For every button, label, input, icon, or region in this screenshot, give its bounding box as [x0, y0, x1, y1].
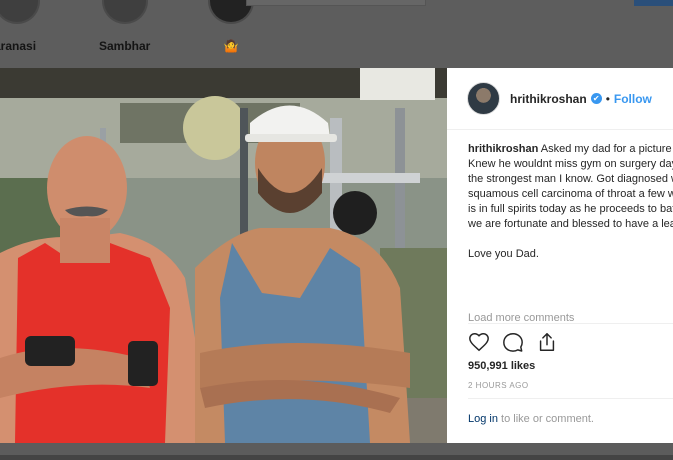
- avatar[interactable]: [467, 82, 500, 115]
- caption-username[interactable]: hrithikroshan: [468, 143, 538, 155]
- login-prompt: Log in to like or comment.: [468, 413, 594, 425]
- story-highlight[interactable]: aranasi: [0, 0, 40, 53]
- story-highlight[interactable]: 🤷: [208, 0, 254, 53]
- username-link[interactable]: hrithikroshan: [510, 92, 587, 106]
- follow-button[interactable]: Follow: [614, 92, 652, 106]
- divider: [468, 323, 673, 324]
- share-icon[interactable]: [536, 331, 558, 353]
- action-bar: [468, 331, 558, 353]
- gym-photo-illustration: [0, 68, 447, 443]
- bottom-bar: [0, 455, 673, 460]
- post-timestamp[interactable]: 2 HOURS AGO: [468, 381, 529, 390]
- follow-button-bg[interactable]: [634, 0, 673, 6]
- verified-badge-icon: ✔: [590, 93, 602, 104]
- story-thumbnail: [0, 0, 40, 24]
- search-box[interactable]: [246, 0, 426, 6]
- caption-text: Asked my dad for a picture this morning.…: [468, 143, 673, 230]
- likes-count[interactable]: 950,991 likes: [468, 360, 535, 372]
- story-label: aranasi: [0, 39, 37, 53]
- divider: [468, 398, 673, 399]
- profile-backdrop: aranasi Sambhar 🤷: [0, 0, 673, 68]
- separator-dot: •: [605, 91, 610, 106]
- post-photo: [0, 68, 447, 443]
- story-highlight[interactable]: Sambhar: [99, 0, 150, 53]
- story-label: Sambhar: [99, 39, 151, 53]
- login-prompt-text: to like or comment.: [497, 413, 594, 425]
- heart-icon[interactable]: [468, 331, 490, 353]
- story-label: 🤷: [223, 39, 239, 53]
- page-bottom: [0, 443, 673, 460]
- post-caption: hrithikroshan Asked my dad for a picture…: [468, 142, 673, 262]
- caption-closing: Love you Dad.: [468, 248, 539, 260]
- post-sidebar: hrithikroshan ✔ • Follow hrithikroshan A…: [447, 68, 673, 443]
- post-header: hrithikroshan ✔ • Follow: [447, 68, 673, 130]
- comment-icon[interactable]: [502, 331, 524, 353]
- story-thumbnail: [101, 0, 148, 24]
- post-modal: hrithikroshan ✔ • Follow hrithikroshan A…: [0, 68, 673, 443]
- login-link[interactable]: Log in: [468, 413, 498, 425]
